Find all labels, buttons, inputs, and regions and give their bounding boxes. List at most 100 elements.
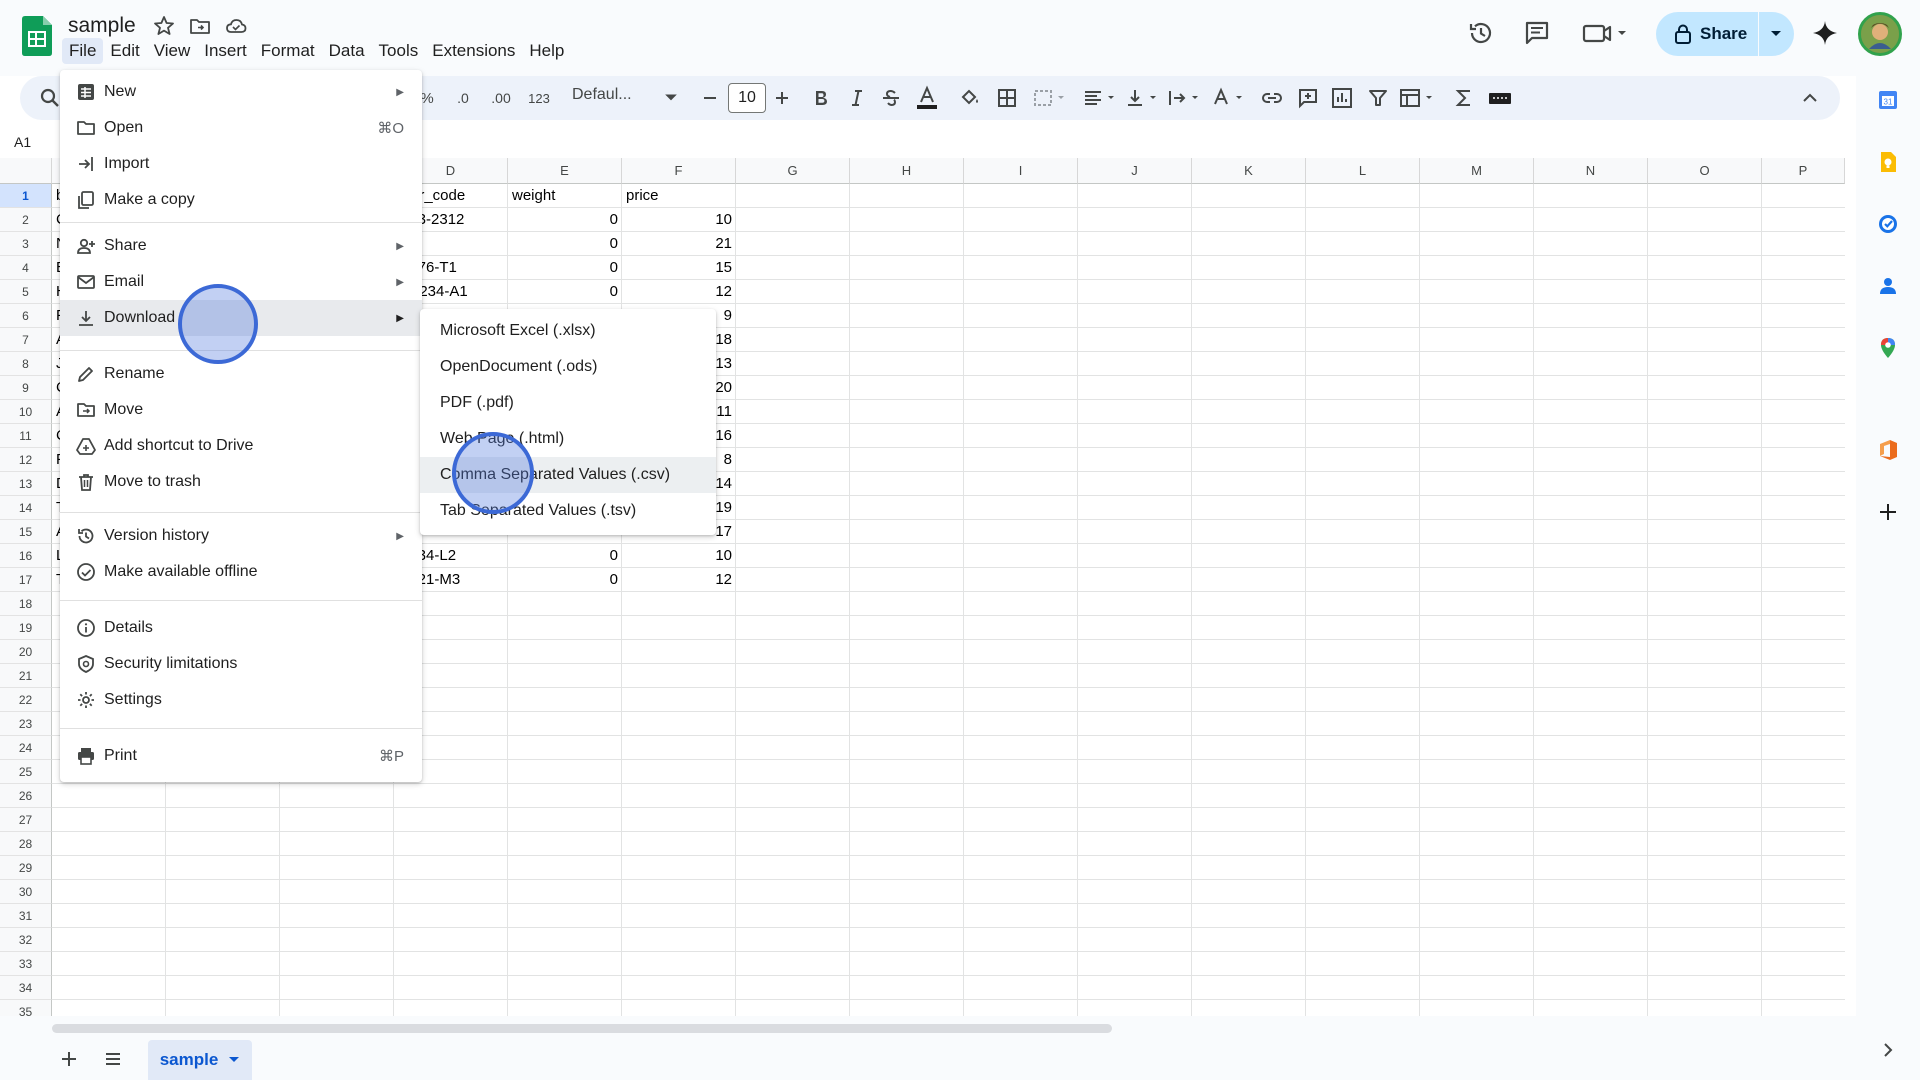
file-menu-trash[interactable]: Move to trash xyxy=(60,464,422,500)
row-header[interactable]: 3 xyxy=(0,232,52,256)
row-header[interactable]: 28 xyxy=(0,832,52,856)
row-header[interactable]: 29 xyxy=(0,856,52,880)
row-header[interactable]: 19 xyxy=(0,616,52,640)
row-header[interactable]: 30 xyxy=(0,880,52,904)
cell-e[interactable]: 0 xyxy=(508,280,622,304)
meet-icon[interactable] xyxy=(1582,18,1628,48)
office-addon-icon[interactable] xyxy=(1876,438,1900,462)
column-header-k[interactable]: K xyxy=(1192,158,1306,184)
cell-f[interactable]: 10 xyxy=(622,544,736,568)
font-size-increase-icon[interactable] xyxy=(772,84,792,112)
row-header[interactable]: 10 xyxy=(0,400,52,424)
row-header[interactable]: 5 xyxy=(0,280,52,304)
increase-decimal-button[interactable]: .00 xyxy=(484,84,518,112)
move-folder-icon[interactable] xyxy=(188,14,212,38)
file-menu-import[interactable]: Import xyxy=(60,146,422,182)
row-header[interactable]: 15 xyxy=(0,520,52,544)
file-menu-version-history[interactable]: Version history ▶ xyxy=(60,518,422,554)
text-wrapping-icon[interactable] xyxy=(1166,84,1202,112)
collapse-toolbar-icon[interactable] xyxy=(1800,84,1820,112)
download-xlsx[interactable]: Microsoft Excel (.xlsx) xyxy=(420,313,716,349)
row-header[interactable]: 25 xyxy=(0,760,52,784)
column-header-j[interactable]: J xyxy=(1078,158,1192,184)
share-options-button[interactable] xyxy=(1759,30,1793,38)
file-menu-new[interactable]: New ▶ xyxy=(60,74,422,110)
menu-insert[interactable]: Insert xyxy=(197,38,254,64)
font-size-input[interactable]: 10 xyxy=(728,83,766,113)
filter-icon[interactable] xyxy=(1366,84,1390,112)
sheets-logo-icon[interactable] xyxy=(22,16,52,56)
horizontal-scrollbar[interactable] xyxy=(52,1024,1112,1033)
file-menu-add-shortcut[interactable]: Add shortcut to Drive xyxy=(60,428,422,464)
number-format-button[interactable]: 123 xyxy=(522,84,556,112)
row-header[interactable]: 11 xyxy=(0,424,52,448)
row-header[interactable]: 18 xyxy=(0,592,52,616)
column-header-f[interactable]: F xyxy=(622,158,736,184)
text-color-icon[interactable] xyxy=(914,84,940,112)
file-menu-share[interactable]: Share ▶ xyxy=(60,228,422,264)
download-ods[interactable]: OpenDocument (.ods) xyxy=(420,349,716,385)
row-header[interactable]: 2 xyxy=(0,208,52,232)
row-header[interactable]: 13 xyxy=(0,472,52,496)
file-menu-make-copy[interactable]: Make a copy xyxy=(60,182,422,218)
document-title[interactable]: sample xyxy=(68,14,136,38)
comments-icon[interactable] xyxy=(1522,18,1552,48)
menu-extensions[interactable]: Extensions xyxy=(425,38,522,64)
search-menus-icon[interactable] xyxy=(38,84,62,112)
add-addon-icon[interactable] xyxy=(1876,500,1900,524)
column-header-g[interactable]: G xyxy=(736,158,850,184)
file-menu-offline[interactable]: Make available offline xyxy=(60,554,422,590)
file-menu-print[interactable]: Print ⌘P xyxy=(60,738,422,774)
decrease-decimal-button[interactable]: .0 xyxy=(448,84,478,112)
star-icon[interactable] xyxy=(152,14,176,38)
row-header[interactable]: 33 xyxy=(0,952,52,976)
file-menu-details[interactable]: Details xyxy=(60,610,422,646)
fill-color-icon[interactable] xyxy=(958,84,982,112)
select-all-corner[interactable] xyxy=(0,158,52,184)
text-rotation-icon[interactable] xyxy=(1210,84,1246,112)
cloud-saved-icon[interactable] xyxy=(224,14,248,38)
insert-comment-icon[interactable] xyxy=(1296,84,1320,112)
calendar-icon[interactable]: 31 xyxy=(1876,88,1900,112)
row-header[interactable]: 1 xyxy=(0,184,52,208)
share-main-button[interactable]: Share xyxy=(1656,12,1758,56)
name-box[interactable]: A1 xyxy=(14,134,31,150)
column-header-p[interactable]: P xyxy=(1762,158,1845,184)
row-header[interactable]: 24 xyxy=(0,736,52,760)
column-header-e[interactable]: E xyxy=(508,158,622,184)
row-header[interactable]: 34 xyxy=(0,976,52,1000)
file-menu-settings[interactable]: Settings xyxy=(60,682,422,718)
maps-icon[interactable] xyxy=(1876,336,1900,360)
row-header[interactable]: 20 xyxy=(0,640,52,664)
font-dropdown-icon[interactable] xyxy=(664,84,678,112)
bold-icon[interactable] xyxy=(810,84,832,112)
insert-link-icon[interactable] xyxy=(1260,84,1284,112)
row-header[interactable]: 23 xyxy=(0,712,52,736)
cell-f[interactable]: 12 xyxy=(622,280,736,304)
row-header[interactable]: 26 xyxy=(0,784,52,808)
column-header-n[interactable]: N xyxy=(1534,158,1648,184)
keep-icon[interactable] xyxy=(1876,150,1900,174)
menu-help[interactable]: Help xyxy=(522,38,571,64)
row-header[interactable]: 27 xyxy=(0,808,52,832)
row-header[interactable]: 6 xyxy=(0,304,52,328)
cell-f[interactable]: 10 xyxy=(622,208,736,232)
menu-format[interactable]: Format xyxy=(254,38,322,64)
cell-f[interactable]: 15 xyxy=(622,256,736,280)
download-pdf[interactable]: PDF (.pdf) xyxy=(420,385,716,421)
row-header[interactable]: 16 xyxy=(0,544,52,568)
row-header[interactable]: 7 xyxy=(0,328,52,352)
horizontal-align-icon[interactable] xyxy=(1082,84,1118,112)
menu-file[interactable]: File xyxy=(62,38,104,64)
gemini-icon[interactable] xyxy=(1810,18,1840,48)
row-header[interactable]: 17 xyxy=(0,568,52,592)
column-header-l[interactable]: L xyxy=(1306,158,1420,184)
history-icon[interactable] xyxy=(1466,18,1496,48)
font-size-decrease-icon[interactable] xyxy=(700,84,720,112)
file-menu-open[interactable]: Open ⌘O xyxy=(60,110,422,146)
expand-panel-icon[interactable] xyxy=(1876,1038,1900,1062)
borders-icon[interactable] xyxy=(996,84,1018,112)
column-header-m[interactable]: M xyxy=(1420,158,1534,184)
add-sheet-icon[interactable] xyxy=(58,1048,80,1070)
italic-icon[interactable] xyxy=(846,84,868,112)
